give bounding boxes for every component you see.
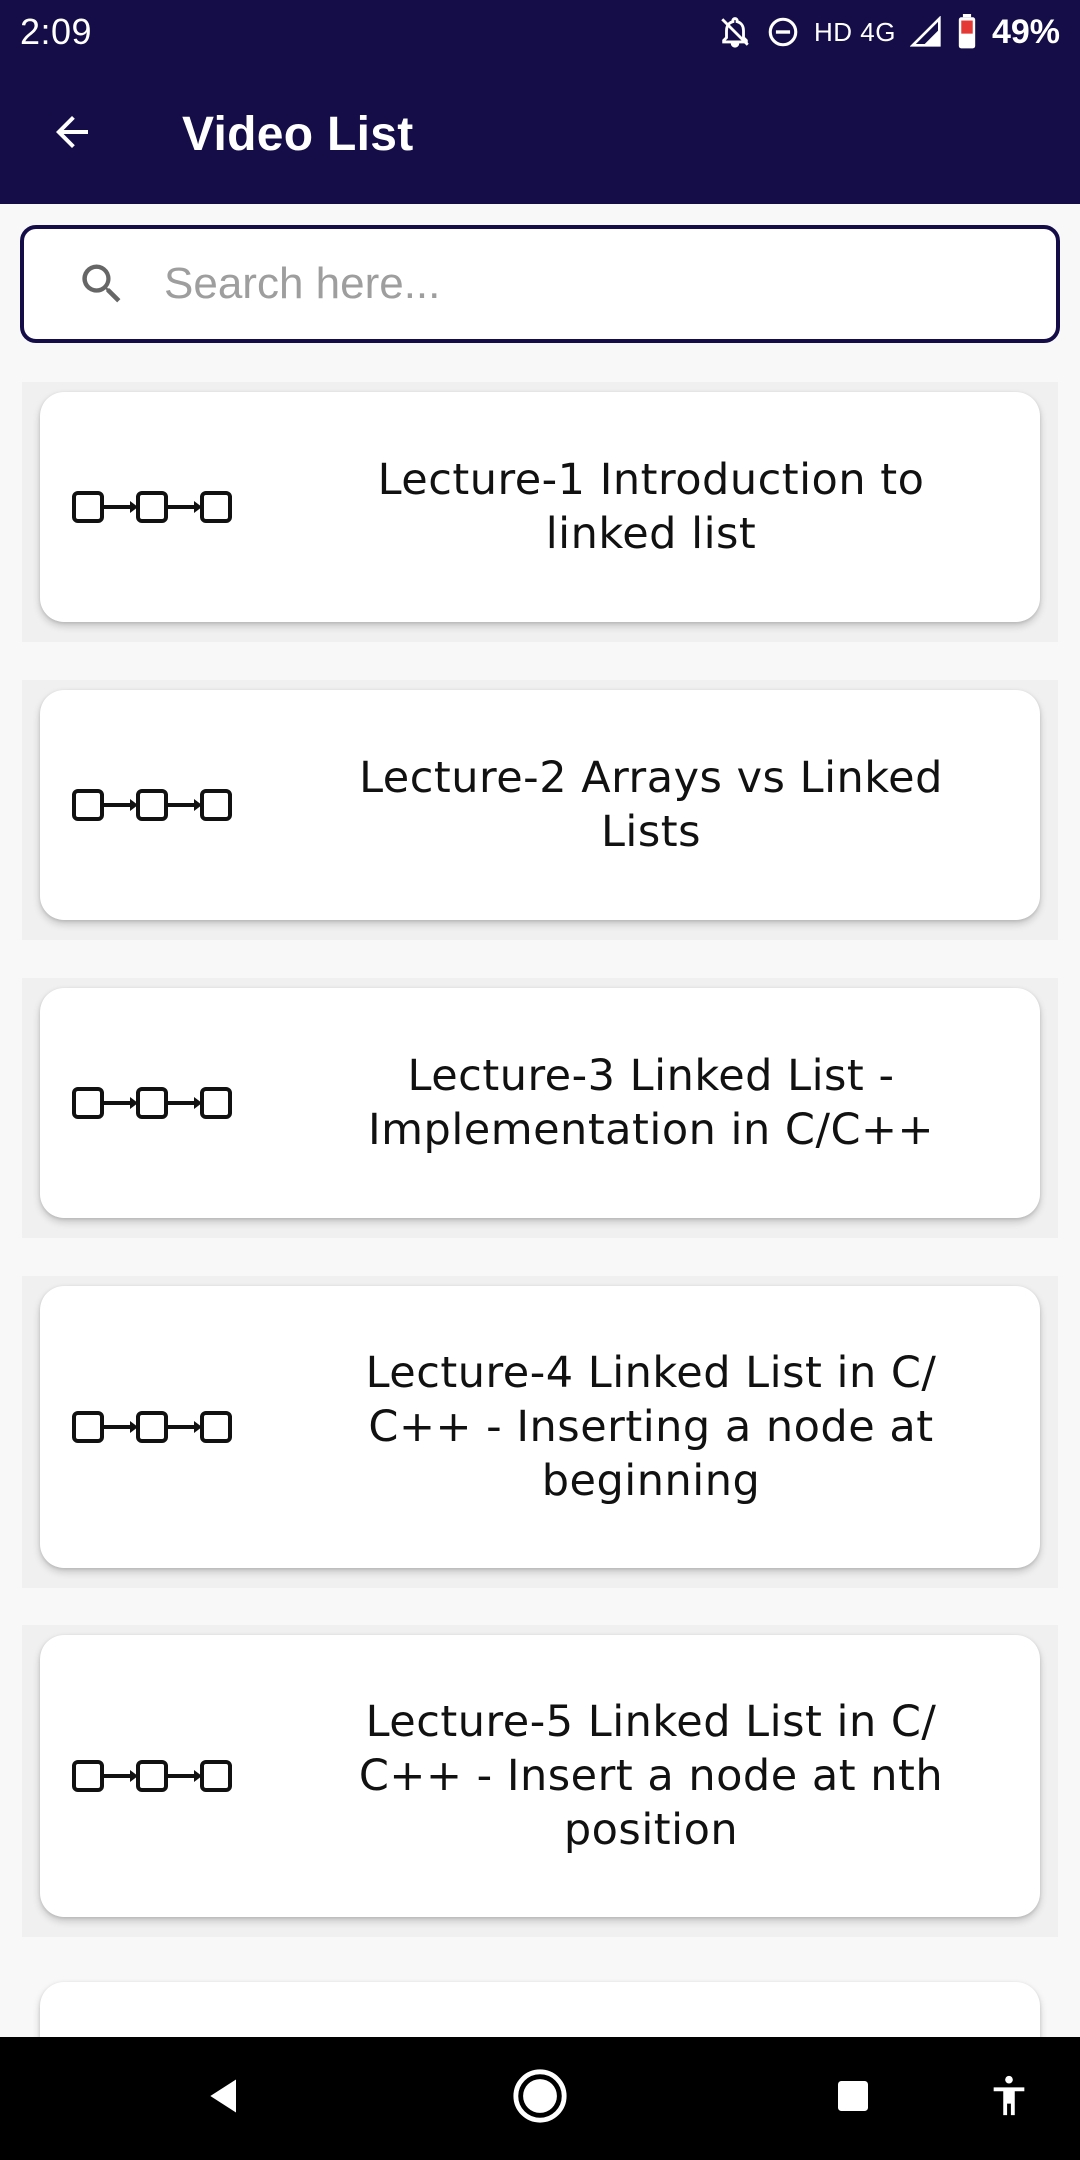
app-bar: Video List: [0, 64, 1080, 204]
status-time: 2:09: [20, 11, 93, 52]
video-item-3[interactable]: Lecture-3 Linked List - Implementation i…: [40, 988, 1040, 1218]
navigation-bar: [0, 2037, 1080, 2160]
video-title: Lecture-5 Linked List in C/ C++ - Insert…: [358, 1697, 944, 1855]
video-title: Lecture-4 Linked List in C/ C++ - Insert…: [365, 1348, 937, 1506]
signal-icon: [909, 16, 942, 48]
linked-list-icon: [72, 487, 242, 527]
linked-list-icon: [72, 1756, 242, 1796]
video-title: Lecture-3 Linked List - Implementation i…: [367, 1051, 935, 1155]
video-item-2[interactable]: Lecture-2 Arrays vs Linked Lists: [40, 690, 1040, 920]
back-button[interactable]: [22, 84, 122, 184]
nav-home-button[interactable]: [485, 2037, 595, 2160]
network-type: HD 4G: [813, 16, 896, 47]
video-item-5[interactable]: Lecture-5 Linked List in C/ C++ - Insert…: [40, 1635, 1040, 1917]
nav-back-button[interactable]: [170, 2037, 280, 2160]
page-title: Video List: [182, 107, 414, 161]
search-icon: [76, 258, 146, 310]
search-input[interactable]: [164, 244, 1004, 324]
nav-recents-button[interactable]: [798, 2037, 908, 2160]
status-bar: 2:09 HD 4G 49%: [0, 0, 1080, 64]
linked-list-icon: [72, 1407, 242, 1447]
battery-percentage: 49%: [991, 12, 1060, 51]
nav-back-icon: [203, 2074, 247, 2123]
accessibility-icon: [986, 2073, 1032, 2124]
linked-list-icon: [72, 785, 242, 825]
accessibility-button[interactable]: [954, 2037, 1064, 2160]
video-title: Lecture-2 Arrays vs Linked Lists: [359, 753, 943, 857]
nav-home-icon: [511, 2067, 569, 2130]
battery-icon: [956, 14, 978, 50]
notifications-off-icon: [718, 15, 752, 49]
video-item-1[interactable]: Lecture-1 Introduction to linked list: [40, 392, 1040, 622]
nav-recents-icon: [833, 2076, 873, 2121]
do-not-disturb-icon: [766, 15, 800, 49]
arrow-left-icon: [48, 108, 96, 161]
video-title: Lecture-1 Introduction to linked list: [377, 455, 925, 559]
linked-list-icon: [72, 1083, 242, 1123]
video-item-4[interactable]: Lecture-4 Linked List in C/ C++ - Insert…: [40, 1286, 1040, 1568]
status-icons: HD 4G 49%: [718, 13, 1060, 52]
search-bar[interactable]: [20, 225, 1060, 343]
